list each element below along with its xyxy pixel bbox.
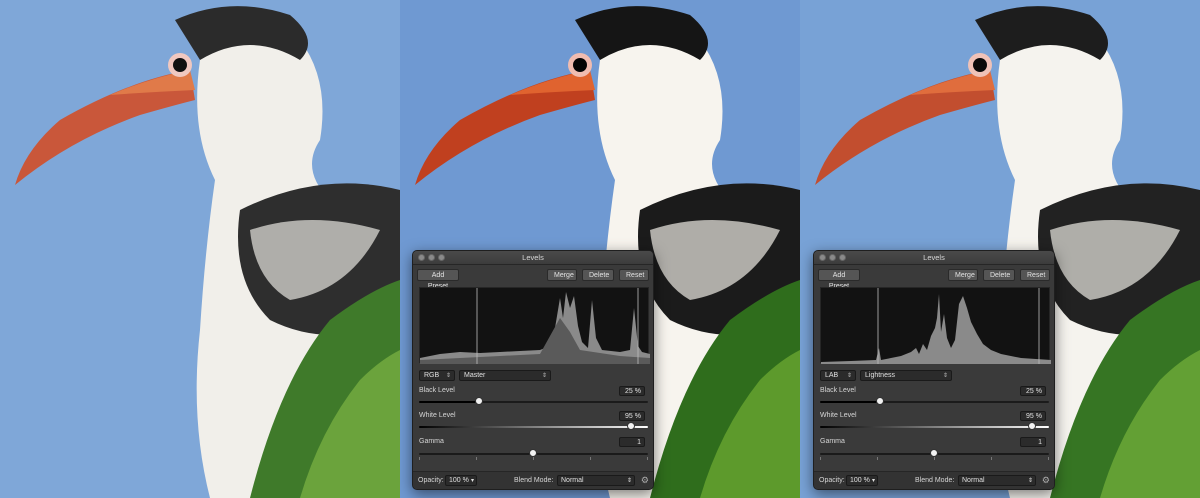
photo-panel-lab: Levels Add Preset Merge Delete Reset LAB… <box>800 0 1200 498</box>
opacity-label: Opacity: <box>819 477 845 484</box>
opacity-label: Opacity: <box>418 477 444 484</box>
reset-button[interactable]: Reset <box>1020 269 1050 281</box>
reset-button[interactable]: Reset <box>619 269 649 281</box>
color-space-value: RGB <box>424 372 440 379</box>
blend-mode-value: Normal <box>561 477 584 484</box>
channel-select[interactable]: Lightness ⇕ <box>860 370 952 381</box>
delete-button[interactable]: Delete <box>582 269 614 281</box>
gamma-value[interactable]: 1 <box>619 437 645 447</box>
black-level-value[interactable]: 25 % <box>619 386 645 396</box>
chevron-down-icon: ▾ <box>470 478 474 484</box>
opacity-value: 100 % <box>449 477 469 484</box>
window-title: Levels <box>923 253 945 262</box>
window-title: Levels <box>522 253 544 262</box>
blend-mode-label: Blend Mode: <box>514 477 554 484</box>
white-level-slider[interactable] <box>820 426 1049 428</box>
white-level-value[interactable]: 95 % <box>1020 411 1046 421</box>
gamma-value[interactable]: 1 <box>1020 437 1046 447</box>
channel-value: Master <box>464 372 486 379</box>
black-level-slider[interactable] <box>820 401 1049 403</box>
histogram <box>820 287 1051 364</box>
black-level-thumb[interactable] <box>475 397 483 405</box>
window-titlebar[interactable]: Levels <box>814 251 1054 265</box>
hornbill-photo-original <box>0 0 400 498</box>
blend-mode-value: Normal <box>962 477 985 484</box>
chevron-down-icon: ▾ <box>871 478 875 484</box>
chevron-updown-icon: ⇕ <box>541 373 547 379</box>
white-level-thumb[interactable] <box>627 422 635 430</box>
blend-mode-label: Blend Mode: <box>915 477 955 484</box>
gamma-ticks <box>419 457 648 461</box>
delete-button[interactable]: Delete <box>983 269 1015 281</box>
add-preset-button[interactable]: Add Preset <box>818 269 860 290</box>
chevron-updown-icon: ⇕ <box>1027 478 1033 484</box>
black-level-label: Black Level <box>419 387 455 394</box>
gamma-label: Gamma <box>419 438 444 445</box>
bottom-bar: Opacity: 100 % ▾ Blend Mode: Normal ⇕ ⚙ <box>814 471 1054 489</box>
photo-panel-rgb: Levels Add Preset Merge Delete Reset RGB… <box>400 0 800 498</box>
bottom-bar: Opacity: 100 % ▾ Blend Mode: Normal ⇕ ⚙ <box>413 471 653 489</box>
add-preset-button[interactable]: Add Preset <box>417 269 459 290</box>
gamma-ticks <box>820 457 1049 461</box>
black-level-thumb[interactable] <box>876 397 884 405</box>
color-space-value: LAB <box>825 372 839 379</box>
channel-select[interactable]: Master ⇕ <box>459 370 551 381</box>
preset-toolbar: Add Preset Merge Delete Reset <box>814 267 1054 290</box>
gamma-thumb[interactable] <box>529 449 537 457</box>
opacity-field[interactable]: 100 % ▾ <box>846 475 878 486</box>
merge-button[interactable]: Merge <box>948 269 978 281</box>
color-space-select[interactable]: LAB ⇕ <box>820 370 856 381</box>
black-level-slider[interactable] <box>419 401 648 403</box>
gear-icon[interactable]: ⚙ <box>1042 475 1050 486</box>
gear-icon[interactable]: ⚙ <box>641 475 649 486</box>
black-level-value[interactable]: 25 % <box>1020 386 1046 396</box>
gamma-thumb[interactable] <box>930 449 938 457</box>
chevron-updown-icon: ⇕ <box>626 478 632 484</box>
white-level-label: White Level <box>419 412 456 419</box>
blend-mode-select[interactable]: Normal ⇕ <box>958 475 1036 486</box>
levels-dialog[interactable]: Levels Add Preset Merge Delete Reset RGB… <box>412 250 654 490</box>
window-titlebar[interactable]: Levels <box>413 251 653 265</box>
histogram <box>419 287 650 364</box>
opacity-field[interactable]: 100 % ▾ <box>445 475 477 486</box>
black-level-label: Black Level <box>820 387 856 394</box>
chevron-updown-icon: ⇕ <box>846 373 852 379</box>
chevron-updown-icon: ⇕ <box>942 373 948 379</box>
chevron-updown-icon: ⇕ <box>445 373 451 379</box>
preset-toolbar: Add Preset Merge Delete Reset <box>413 267 653 290</box>
white-level-value[interactable]: 95 % <box>619 411 645 421</box>
photo-panel-original <box>0 0 400 498</box>
white-level-thumb[interactable] <box>1028 422 1036 430</box>
color-space-select[interactable]: RGB ⇕ <box>419 370 455 381</box>
merge-button[interactable]: Merge <box>547 269 577 281</box>
white-level-label: White Level <box>820 412 857 419</box>
blend-mode-select[interactable]: Normal ⇕ <box>557 475 635 486</box>
gamma-label: Gamma <box>820 438 845 445</box>
white-level-slider[interactable] <box>419 426 648 428</box>
levels-dialog[interactable]: Levels Add Preset Merge Delete Reset LAB… <box>813 250 1055 490</box>
channel-value: Lightness <box>865 372 895 379</box>
opacity-value: 100 % <box>850 477 870 484</box>
